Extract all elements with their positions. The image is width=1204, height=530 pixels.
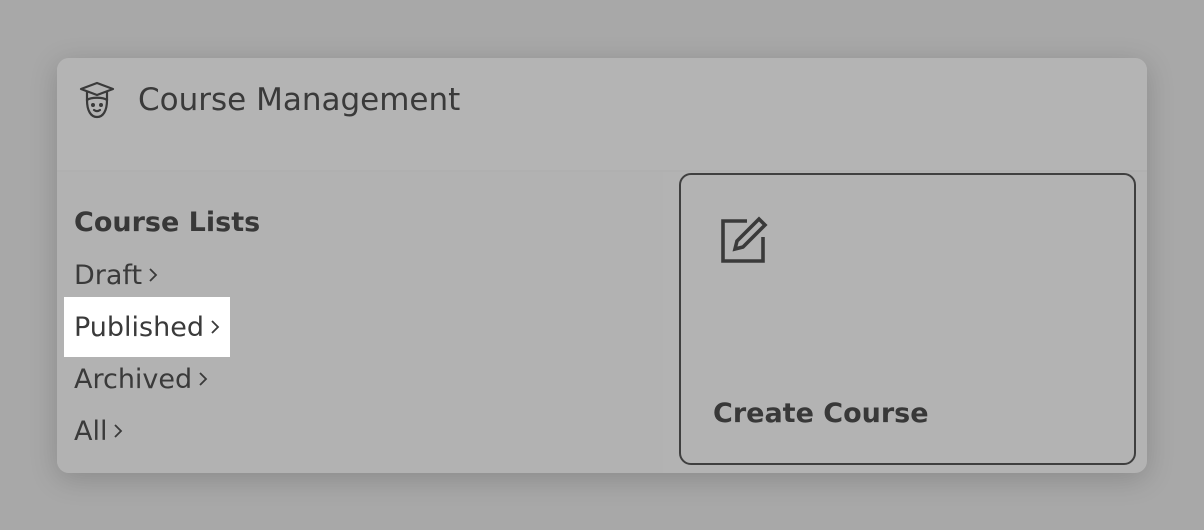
- edit-icon: [717, 211, 773, 267]
- card-header: Course Management: [57, 58, 1147, 170]
- course-management-card: Course Management Course Lists Draft Pub…: [57, 58, 1147, 473]
- course-list-link-label: Archived: [74, 363, 193, 395]
- course-list-link-archived[interactable]: Archived: [64, 349, 218, 409]
- chevron-right-icon: [211, 320, 220, 334]
- create-course-label: Create Course: [713, 398, 929, 429]
- chevron-right-icon: [199, 372, 208, 386]
- course-lists-section: Course Lists Draft Published Archived Al…: [57, 172, 663, 473]
- course-list-link-label: Published: [74, 311, 204, 343]
- course-list-link-label: Draft: [74, 259, 143, 291]
- course-lists-heading: Course Lists: [74, 207, 261, 238]
- chevron-right-icon: [149, 268, 158, 282]
- course-list-link-all[interactable]: All: [64, 401, 133, 461]
- create-course-button[interactable]: Create Course: [679, 173, 1136, 465]
- course-list-link-label: All: [74, 415, 108, 447]
- graduate-icon: [77, 80, 117, 120]
- course-list-link-draft[interactable]: Draft: [64, 245, 168, 305]
- course-list-link-published[interactable]: Published: [64, 297, 230, 357]
- chevron-right-icon: [114, 424, 123, 438]
- page-title: Course Management: [138, 82, 461, 118]
